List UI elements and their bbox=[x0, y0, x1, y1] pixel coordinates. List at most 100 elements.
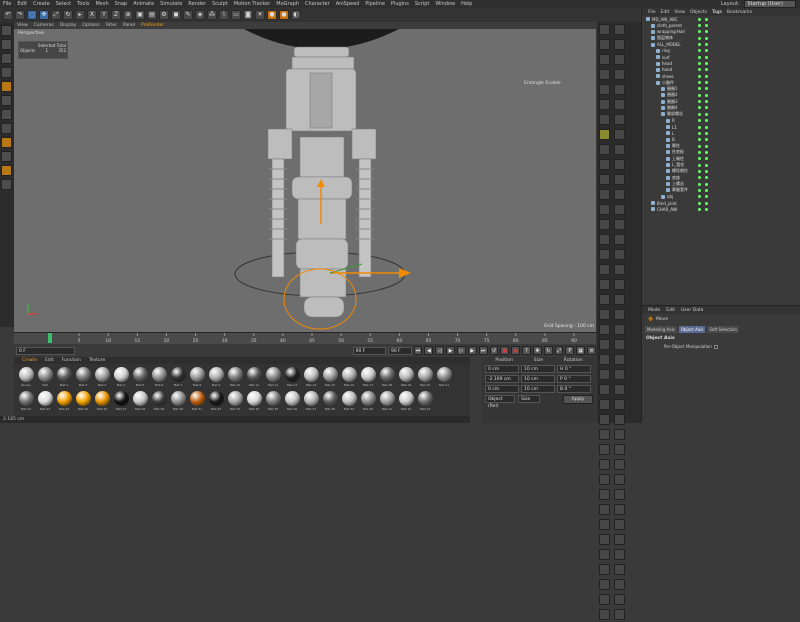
render-visibility-dot[interactable] bbox=[705, 55, 708, 59]
tab-object-axis[interactable]: Object Axis bbox=[678, 326, 706, 333]
prev-key-icon[interactable]: ◀ bbox=[424, 346, 434, 355]
menu-character[interactable]: Character bbox=[305, 1, 330, 7]
editor-visibility-dot[interactable] bbox=[698, 125, 701, 129]
y-axis-icon[interactable]: Y bbox=[99, 10, 109, 20]
render-visibility-dot[interactable] bbox=[705, 188, 708, 192]
material-swatch[interactable]: Mat.31 bbox=[189, 391, 205, 414]
render-visibility-dot[interactable] bbox=[705, 195, 708, 199]
editor-visibility-dot[interactable] bbox=[698, 176, 701, 180]
menu-mesh[interactable]: Mesh bbox=[95, 1, 108, 7]
solo-icon[interactable] bbox=[1, 179, 12, 190]
side-tool-icon[interactable] bbox=[614, 369, 625, 380]
end-frame-field[interactable]: 90 F bbox=[352, 346, 387, 355]
mat-menu-texture[interactable]: Texture bbox=[89, 358, 105, 363]
om-menu-bookmarks[interactable]: Bookmarks bbox=[727, 10, 752, 15]
side-tool-icon[interactable] bbox=[614, 444, 625, 455]
material-swatch[interactable]: Mat.34 bbox=[246, 391, 262, 414]
rotation-h-field[interactable]: H 0 ° bbox=[557, 365, 591, 373]
model-mode-icon[interactable] bbox=[1, 39, 12, 50]
material-swatch[interactable]: Mat.30 bbox=[170, 391, 186, 414]
render-visibility-dot[interactable] bbox=[705, 131, 708, 135]
render-visibility-dot[interactable] bbox=[705, 150, 708, 154]
render-visibility-dot[interactable] bbox=[705, 182, 708, 186]
side-tool-icon[interactable] bbox=[599, 69, 610, 80]
editor-visibility-dot[interactable] bbox=[698, 24, 701, 28]
at-menu-edit[interactable]: Edit bbox=[666, 308, 675, 313]
side-tool-icon[interactable] bbox=[599, 324, 610, 335]
side-tool-icon[interactable] bbox=[614, 279, 625, 290]
polygons-mode-icon[interactable] bbox=[1, 109, 12, 120]
material-swatch[interactable]: Mat.13 bbox=[284, 367, 300, 390]
menu-create[interactable]: Create bbox=[33, 1, 50, 7]
side-tool-icon[interactable] bbox=[614, 549, 625, 560]
side-tool-icon[interactable] bbox=[614, 249, 625, 260]
tweak-mode-icon[interactable] bbox=[1, 137, 12, 148]
side-tool-icon[interactable] bbox=[614, 129, 625, 140]
side-tool-icon[interactable] bbox=[614, 144, 625, 155]
side-tool-icon[interactable] bbox=[599, 129, 610, 140]
side-tool-icon[interactable] bbox=[599, 24, 610, 35]
light-icon[interactable]: ☀ bbox=[255, 10, 265, 20]
editor-visibility-dot[interactable] bbox=[698, 43, 701, 47]
timeline-menu-icon[interactable]: ≡ bbox=[587, 346, 596, 355]
material-swatch[interactable]: Mat.38 bbox=[322, 391, 338, 414]
size-mode-select[interactable]: Size bbox=[518, 395, 540, 403]
side-tool-icon[interactable] bbox=[599, 579, 610, 590]
render-visibility-dot[interactable] bbox=[705, 207, 708, 211]
material-swatch[interactable]: Mat.11 bbox=[246, 367, 262, 390]
axis-mode-icon[interactable] bbox=[1, 123, 12, 134]
side-tool-icon[interactable] bbox=[614, 159, 625, 170]
tab-modeling-axis[interactable]: Modeling Axis bbox=[645, 326, 677, 333]
side-tool-icon[interactable] bbox=[614, 354, 625, 365]
side-tool-icon[interactable] bbox=[614, 219, 625, 230]
at-menu-mode[interactable]: Mode bbox=[648, 308, 660, 313]
side-tool-icon[interactable] bbox=[599, 39, 610, 50]
rotation-b-field[interactable]: B 0 ° bbox=[557, 385, 591, 393]
material-swatch[interactable]: Mat.36 bbox=[284, 391, 300, 414]
timeline-playhead[interactable] bbox=[48, 333, 52, 343]
object-tree-row[interactable]: CHAR_ANI bbox=[642, 206, 800, 212]
menu-plugins[interactable]: Plugins bbox=[391, 1, 409, 7]
menu-mograph[interactable]: MoGraph bbox=[276, 1, 299, 7]
move-tool-icon[interactable]: ✥ bbox=[39, 10, 49, 20]
side-tool-icon[interactable] bbox=[599, 549, 610, 560]
z-axis-icon[interactable]: Z bbox=[111, 10, 121, 20]
side-tool-icon[interactable] bbox=[614, 204, 625, 215]
editor-visibility-dot[interactable] bbox=[698, 163, 701, 167]
render-visibility-dot[interactable] bbox=[705, 68, 708, 72]
subdivision-icon[interactable]: ◈ bbox=[195, 10, 205, 20]
key-scale-icon[interactable]: ⤢ bbox=[554, 346, 564, 355]
editor-visibility-dot[interactable] bbox=[698, 100, 701, 104]
render-visibility-dot[interactable] bbox=[705, 36, 708, 40]
editor-visibility-dot[interactable] bbox=[698, 207, 701, 211]
material-swatch[interactable]: Mat.22 bbox=[18, 391, 34, 414]
workplane-icon[interactable] bbox=[1, 67, 12, 78]
side-tool-icon[interactable] bbox=[599, 474, 610, 485]
editor-visibility-dot[interactable] bbox=[698, 106, 701, 110]
menu-pipeline[interactable]: Pipeline bbox=[365, 1, 385, 7]
render-settings-icon[interactable]: ⚙ bbox=[159, 10, 169, 20]
material-swatch[interactable]: Mat.24 bbox=[56, 391, 72, 414]
vp-menu-options[interactable]: Options bbox=[82, 23, 99, 28]
live-select-icon[interactable]: ◌ bbox=[27, 10, 37, 20]
side-tool-icon[interactable] bbox=[599, 144, 610, 155]
material-swatch[interactable]: Mat.12 bbox=[265, 367, 281, 390]
side-tool-icon[interactable] bbox=[614, 189, 625, 200]
autokey-icon[interactable]: ◉ bbox=[511, 346, 521, 355]
material-swatch[interactable]: Mat.8 bbox=[189, 367, 205, 390]
render-visibility-dot[interactable] bbox=[705, 100, 708, 104]
position-z-field[interactable]: 0 cm bbox=[485, 385, 519, 393]
editor-visibility-dot[interactable] bbox=[698, 195, 701, 199]
render-view-icon[interactable]: ▣ bbox=[135, 10, 145, 20]
side-tool-icon[interactable] bbox=[599, 249, 610, 260]
at-menu-user-data[interactable]: User Data bbox=[681, 308, 703, 313]
side-tool-icon[interactable] bbox=[599, 264, 610, 275]
side-tool-icon[interactable] bbox=[614, 594, 625, 605]
side-tool-icon[interactable] bbox=[599, 54, 610, 65]
menu-file[interactable]: File bbox=[3, 1, 11, 7]
render-visibility-dot[interactable] bbox=[705, 106, 708, 110]
mat-menu-edit[interactable]: Edit bbox=[45, 358, 54, 363]
side-tool-icon[interactable] bbox=[599, 234, 610, 245]
material-swatch[interactable]: Mat.1 bbox=[56, 367, 72, 390]
render-visibility-dot[interactable] bbox=[705, 163, 708, 167]
